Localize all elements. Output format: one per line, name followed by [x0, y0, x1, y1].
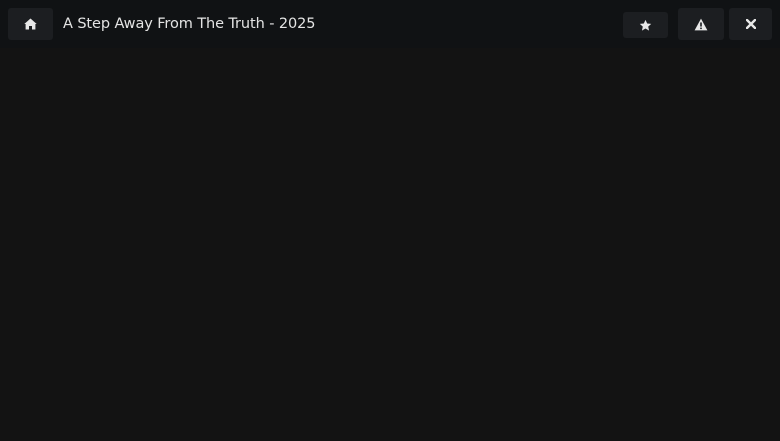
home-icon: [24, 18, 37, 30]
video-area[interactable]: [0, 48, 780, 441]
favorite-button[interactable]: [623, 12, 668, 38]
page-title: A Step Away From The Truth - 2025: [63, 16, 316, 32]
home-button[interactable]: [8, 8, 53, 40]
star-icon: [639, 19, 652, 32]
report-button[interactable]: [678, 8, 724, 40]
close-icon: [745, 19, 756, 29]
warning-icon: [694, 18, 708, 31]
top-bar: A Step Away From The Truth - 2025: [0, 0, 780, 48]
player-page: A Step Away From The Truth - 2025: [0, 0, 780, 441]
close-button[interactable]: [729, 8, 772, 40]
